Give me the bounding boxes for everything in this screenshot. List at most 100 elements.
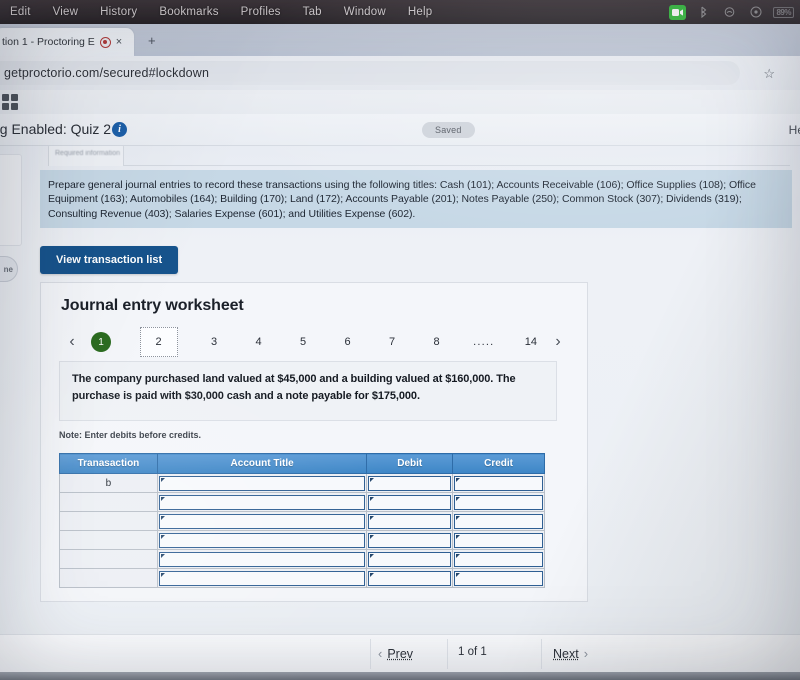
credit-input[interactable] bbox=[454, 532, 543, 548]
bottom-navigation-bar: ‹ Prev 1 of 1 Next › bbox=[0, 634, 800, 672]
instructions-panel: Prepare general journal entries to recor… bbox=[40, 170, 792, 228]
pager-page-8[interactable]: 8 bbox=[429, 336, 445, 348]
left-panel-edge bbox=[0, 154, 22, 246]
proctorio-record-icon bbox=[99, 36, 111, 48]
transaction-letter: b bbox=[105, 477, 112, 489]
credit-input[interactable] bbox=[454, 475, 543, 491]
table-row bbox=[59, 530, 545, 550]
menu-bar-status-icons: 89% bbox=[669, 0, 794, 24]
menu-item-help[interactable]: Help bbox=[408, 6, 432, 18]
cell-debit[interactable] bbox=[366, 492, 454, 512]
menu-item-tab[interactable]: Tab bbox=[303, 6, 322, 18]
pager-page-7[interactable]: 7 bbox=[384, 336, 400, 348]
cell-credit[interactable] bbox=[452, 549, 545, 569]
menu-item-edit[interactable]: Edit bbox=[10, 6, 31, 18]
cell-credit[interactable] bbox=[452, 492, 545, 512]
journal-entry-worksheet-card: Journal entry worksheet ‹ 1 2 3 4 5 6 7 … bbox=[40, 282, 588, 602]
pager-page-6[interactable]: 6 bbox=[340, 336, 356, 348]
cell-transaction bbox=[59, 549, 158, 569]
bluetooth-icon[interactable] bbox=[695, 5, 712, 20]
cell-debit[interactable] bbox=[366, 530, 454, 550]
new-tab-button[interactable]: + bbox=[148, 34, 156, 47]
pager-ellipsis: ..... bbox=[473, 336, 495, 348]
cell-credit[interactable] bbox=[452, 511, 545, 531]
cell-debit[interactable] bbox=[366, 568, 454, 588]
account-title-select[interactable] bbox=[158, 494, 366, 510]
left-rail-badge[interactable]: ne bbox=[0, 256, 18, 282]
info-icon[interactable]: i bbox=[112, 122, 127, 137]
view-transaction-list-button[interactable]: View transaction list bbox=[40, 246, 179, 274]
star-icon[interactable]: ☆ bbox=[763, 67, 775, 80]
cell-account-title[interactable] bbox=[156, 568, 368, 588]
account-title-select[interactable] bbox=[158, 532, 366, 548]
browser-tab-strip: tion 1 - Proctoring E × + bbox=[0, 24, 800, 56]
account-title-select[interactable] bbox=[158, 570, 366, 586]
cell-account-title[interactable] bbox=[156, 492, 368, 512]
menu-item-bookmarks[interactable]: Bookmarks bbox=[159, 6, 218, 18]
video-camera-icon[interactable] bbox=[669, 4, 687, 20]
debit-input[interactable] bbox=[368, 475, 452, 491]
prev-label: Prev bbox=[387, 646, 414, 661]
credit-input[interactable] bbox=[454, 513, 543, 529]
debit-input[interactable] bbox=[368, 513, 452, 529]
menu-item-window[interactable]: Window bbox=[344, 6, 386, 18]
instructions-text: Prepare general journal entries to recor… bbox=[48, 179, 756, 220]
prev-button[interactable]: ‹ Prev bbox=[378, 646, 413, 661]
browser-tab-active[interactable]: tion 1 - Proctoring E × bbox=[0, 28, 134, 56]
account-title-select[interactable] bbox=[158, 551, 366, 567]
pager-prev-icon[interactable]: ‹ bbox=[59, 334, 85, 350]
control-center-icon[interactable] bbox=[747, 5, 764, 20]
cell-transaction bbox=[59, 530, 158, 550]
table-row bbox=[59, 568, 545, 588]
cell-transaction bbox=[59, 511, 158, 531]
next-button[interactable]: Next › bbox=[553, 646, 588, 661]
section-tab-required-information[interactable]: Required information bbox=[48, 144, 124, 166]
table-row bbox=[59, 511, 545, 531]
debit-input[interactable] bbox=[368, 494, 452, 510]
pager-page-2-current[interactable]: 2 bbox=[139, 327, 178, 357]
cell-debit[interactable] bbox=[366, 511, 454, 531]
section-tab-underline bbox=[124, 165, 790, 166]
worksheet-title: Journal entry worksheet bbox=[61, 297, 244, 314]
screen-photo: Edit View History Bookmarks Profiles Tab… bbox=[0, 0, 800, 680]
cell-transaction: b bbox=[59, 473, 158, 493]
menu-item-profiles[interactable]: Profiles bbox=[241, 6, 281, 18]
pager-next-icon[interactable]: › bbox=[545, 334, 571, 350]
pager-page-4[interactable]: 4 bbox=[251, 336, 267, 348]
wifi-icon[interactable] bbox=[721, 5, 738, 20]
url-input[interactable]: getproctorio.com/secured#lockdown bbox=[0, 61, 740, 85]
next-label: Next bbox=[553, 646, 579, 661]
cell-account-title[interactable] bbox=[156, 549, 368, 569]
cell-account-title[interactable] bbox=[156, 530, 368, 550]
cell-debit[interactable] bbox=[366, 473, 454, 493]
pager-page-1-done[interactable]: 1 bbox=[91, 332, 111, 352]
bookmarks-bar bbox=[0, 90, 800, 114]
debit-input[interactable] bbox=[368, 532, 452, 548]
help-link[interactable]: He bbox=[789, 123, 800, 137]
cell-credit[interactable] bbox=[452, 568, 545, 588]
account-title-select[interactable] bbox=[158, 513, 366, 529]
cell-account-title[interactable] bbox=[156, 511, 368, 531]
table-header-row: Tranasaction Account Title Debit Credit bbox=[59, 453, 545, 474]
cell-account-title[interactable] bbox=[156, 473, 368, 493]
pager-page-3[interactable]: 3 bbox=[206, 336, 222, 348]
account-title-select[interactable] bbox=[158, 475, 366, 491]
credit-input[interactable] bbox=[454, 570, 543, 586]
menu-item-history[interactable]: History bbox=[100, 6, 137, 18]
table-head: Tranasaction Account Title Debit Credit bbox=[59, 453, 545, 474]
debit-input[interactable] bbox=[368, 551, 452, 567]
credit-input[interactable] bbox=[454, 551, 543, 567]
cell-credit[interactable] bbox=[452, 530, 545, 550]
pager-page-14[interactable]: 14 bbox=[523, 336, 539, 348]
close-icon[interactable]: × bbox=[116, 36, 122, 48]
debit-input[interactable] bbox=[368, 570, 452, 586]
pager-page-5[interactable]: 5 bbox=[295, 336, 311, 348]
credit-input[interactable] bbox=[454, 494, 543, 510]
nav-separator-right bbox=[541, 639, 542, 669]
menu-item-view[interactable]: View bbox=[53, 6, 79, 18]
chevron-right-icon: › bbox=[583, 646, 589, 661]
cell-credit[interactable] bbox=[452, 473, 545, 493]
apps-grid-icon[interactable] bbox=[2, 94, 18, 110]
column-header-credit: Credit bbox=[452, 453, 545, 474]
cell-debit[interactable] bbox=[366, 549, 454, 569]
